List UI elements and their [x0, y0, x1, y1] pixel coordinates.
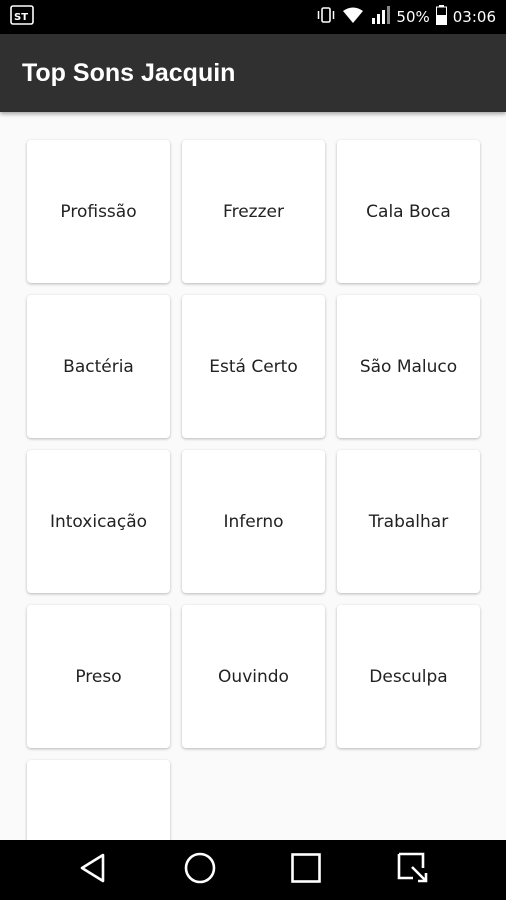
navigation-bar — [0, 840, 506, 900]
status-bar: ST 50% 03:06 — [0, 0, 506, 34]
sound-button[interactable]: São Maluco — [337, 295, 480, 438]
sound-button-label: Cala Boca — [366, 201, 451, 222]
screenshot-icon — [396, 851, 430, 890]
recents-button[interactable] — [278, 842, 334, 898]
battery-text: 50% — [396, 8, 430, 26]
sound-button-label: Profissão — [60, 201, 137, 222]
sound-grid: Profissão Frezzer Cala Boca Bactéria Est… — [27, 140, 480, 840]
sound-button-label: Está Certo — [209, 356, 298, 377]
sound-button-label: Frezzer — [223, 201, 284, 222]
status-left: ST — [10, 5, 34, 29]
home-button[interactable] — [172, 842, 228, 898]
sound-button-label: Desculpa — [369, 666, 448, 687]
sound-button[interactable]: Está Certo — [182, 295, 325, 438]
battery-icon — [435, 5, 447, 29]
sound-button[interactable]: Desculpa — [337, 605, 480, 748]
sound-button-label: Inferno — [223, 511, 284, 532]
sound-button[interactable]: Preso — [27, 605, 170, 748]
sound-button[interactable]: Inferno — [182, 450, 325, 593]
app-bar: Top Sons Jacquin — [0, 34, 506, 112]
sound-board: Profissão Frezzer Cala Boca Bactéria Est… — [0, 112, 506, 840]
status-right: 50% 03:06 — [316, 5, 496, 29]
sound-button-label: Intoxicação — [49, 511, 148, 532]
sound-button[interactable]: Frezzer — [182, 140, 325, 283]
app-title: Top Sons Jacquin — [22, 58, 236, 87]
back-icon — [78, 852, 108, 889]
sound-button-label: Bactéria — [63, 356, 134, 377]
back-button[interactable] — [65, 842, 121, 898]
clock: 03:06 — [452, 8, 496, 26]
signal-icon — [370, 6, 391, 28]
sound-button[interactable]: Ouvindo — [182, 605, 325, 748]
wifi-icon — [342, 6, 364, 28]
screenshot-button[interactable] — [385, 842, 441, 898]
home-icon — [183, 851, 217, 890]
sound-button[interactable]: Intoxicação — [27, 450, 170, 593]
sound-button-label: Ouvindo — [218, 666, 289, 687]
sound-button[interactable] — [27, 760, 170, 840]
sound-button[interactable]: Trabalhar — [337, 450, 480, 593]
recents-icon — [290, 852, 322, 889]
sound-button-label: São Maluco — [359, 356, 458, 377]
sound-button[interactable]: Cala Boca — [337, 140, 480, 283]
sound-button[interactable]: Profissão — [27, 140, 170, 283]
vibrate-icon — [316, 5, 336, 29]
sound-button-label: Trabalhar — [368, 511, 449, 532]
sound-button[interactable]: Bactéria — [27, 295, 170, 438]
svg-text:ST: ST — [14, 12, 28, 23]
app-notification-icon: ST — [10, 5, 34, 29]
sound-button-label: Preso — [75, 666, 122, 687]
